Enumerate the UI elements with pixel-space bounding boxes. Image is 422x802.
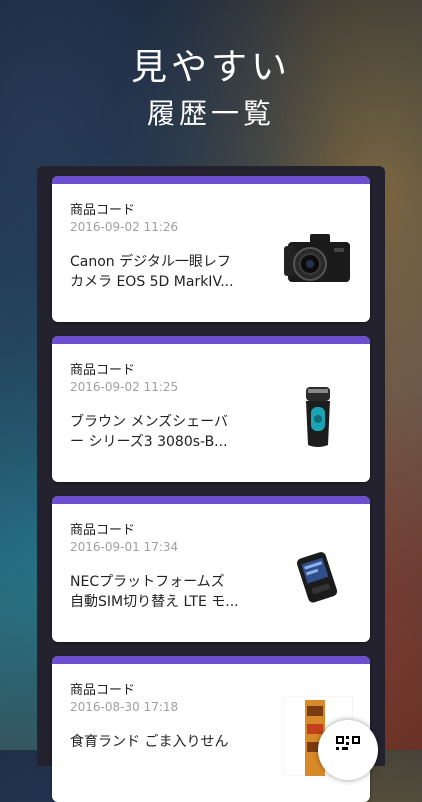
qr-code-icon [336, 736, 360, 750]
history-item-type: 商品コード [70, 683, 136, 698]
history-item[interactable]: 商品コード 2016-09-02 11:26 Canon デジタル一眼レフ カメ… [52, 176, 370, 322]
shaver-icon [280, 382, 356, 452]
router-icon [280, 542, 356, 612]
history-item-name: NECプラットフォームズ 自動SIM切り替え LTE モ... [70, 574, 239, 610]
history-item-type: 商品コード [70, 363, 136, 378]
card-accent-stripe [52, 176, 370, 184]
history-item-date: 2016-09-01 17:34 [70, 540, 179, 554]
card-accent-stripe [52, 496, 370, 504]
hero-title-line2: 履歴一覧 [146, 97, 275, 130]
history-item[interactable]: 商品コード 2016-09-02 11:25 ブラウン メンズシェーバ ー シリ… [52, 336, 370, 482]
history-item-date: 2016-08-30 17:18 [70, 700, 179, 714]
qr-scan-button[interactable] [318, 720, 378, 780]
history-item-name: 食育ランド ごま入りせん [70, 734, 229, 750]
history-item-date: 2016-09-02 11:26 [70, 220, 179, 234]
history-item-type: 商品コード [70, 523, 136, 538]
history-item-name: ブラウン メンズシェーバ ー シリーズ3 3080s-B... [70, 414, 229, 450]
history-item-name: Canon デジタル一眼レフ カメラ EOS 5D MarkIV... [70, 254, 234, 290]
card-accent-stripe [52, 336, 370, 344]
camera-icon [280, 222, 356, 292]
history-item-date: 2016-09-02 11:25 [70, 380, 179, 394]
card-accent-stripe [52, 656, 370, 664]
history-item[interactable]: 商品コード 2016-09-01 17:34 NECプラットフォームズ 自動SI… [52, 496, 370, 642]
history-item-type: 商品コード [70, 203, 136, 218]
hero-title-line1: 見やすい [130, 47, 291, 88]
